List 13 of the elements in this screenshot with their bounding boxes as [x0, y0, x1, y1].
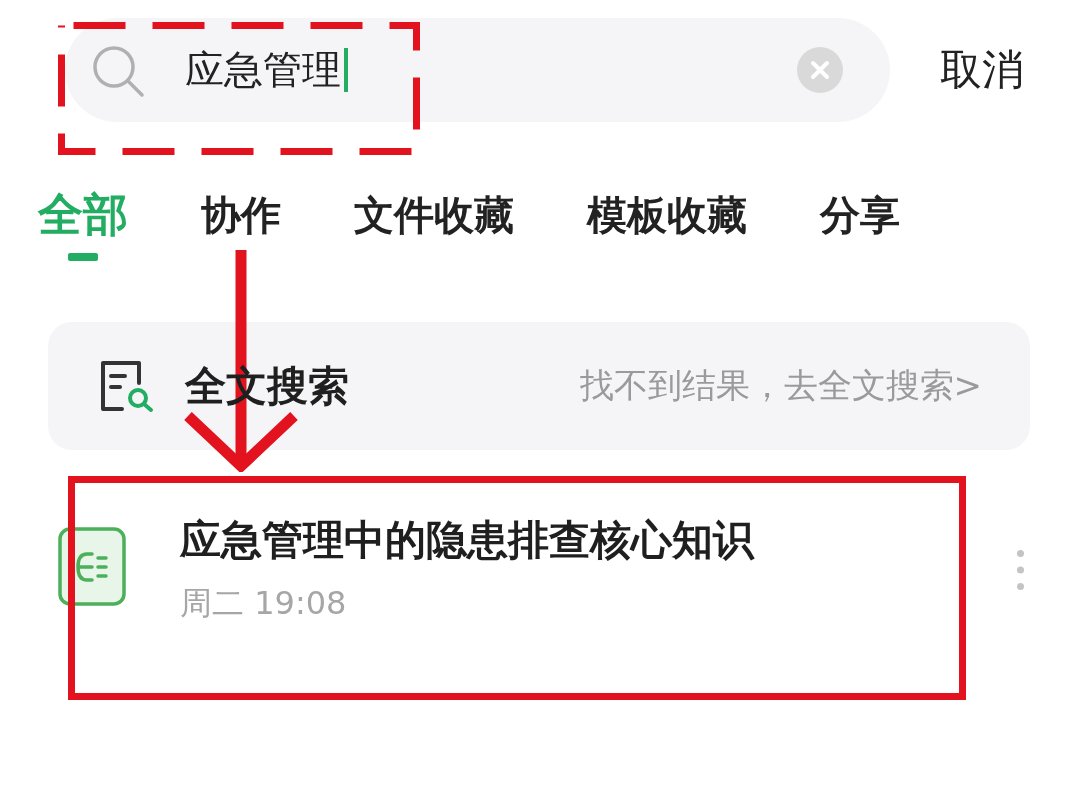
more-icon[interactable]: [1016, 549, 1025, 591]
tab[interactable]: 模板收藏: [587, 192, 747, 261]
result-title[interactable]: 应急管理中的隐患排查核心知识: [180, 517, 754, 563]
underline-icon: [68, 253, 98, 261]
search-query: 应急管理: [185, 46, 341, 94]
cancel-button[interactable]: 取消: [940, 45, 1024, 95]
clear-icon[interactable]: [797, 47, 843, 93]
tab[interactable]: 协作: [201, 192, 281, 261]
search-field[interactable]: 应急管理: [65, 18, 890, 122]
tab[interactable]: 文件收藏: [354, 192, 514, 261]
tab[interactable]: 分享: [820, 192, 900, 261]
document-search-icon: [98, 359, 155, 413]
result-time: 周二 19:08: [180, 583, 348, 623]
